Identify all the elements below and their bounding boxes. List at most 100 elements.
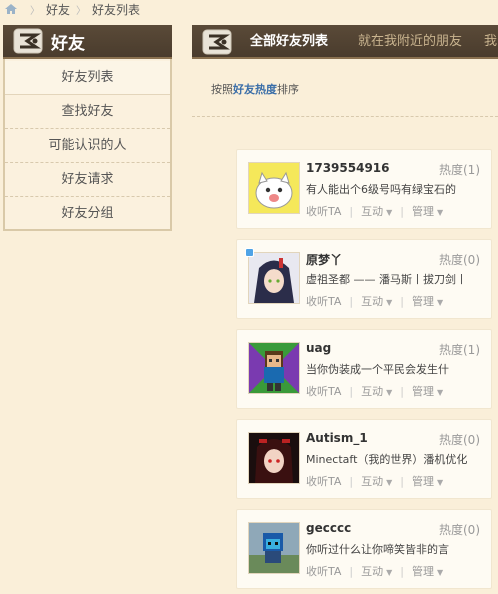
friend-actions: 收听TA | 互动 ▼ | 管理 ▼ <box>306 473 443 489</box>
tab-all-friends[interactable]: 全部好友列表 <box>250 25 328 57</box>
follow-button[interactable]: 收听TA <box>306 203 341 219</box>
caret-down-icon: ▼ <box>436 388 444 397</box>
manage-dropdown[interactable]: 管理 ▼ <box>412 383 443 399</box>
heat-score: 热度(1) <box>439 163 480 177</box>
caret-down-icon: ▼ <box>386 388 393 397</box>
manage-dropdown[interactable]: 管理 ▼ <box>412 203 443 219</box>
friend-status[interactable]: 有人能出个6级号吗有绿宝石的 <box>306 181 486 197</box>
interact-dropdown[interactable]: 互动 ▼ <box>361 203 392 219</box>
caret-down-icon: ▼ <box>386 478 393 487</box>
follow-button[interactable]: 收听TA <box>306 473 341 489</box>
friend-actions: 收听TA | 互动 ▼ | 管理 ▼ <box>306 293 443 309</box>
follow-button[interactable]: 收听TA <box>306 383 341 399</box>
friend-card: 原梦丫 热度(0) 虚祖圣都 —— 潘马斯丨拔刀剑丨 收听TA | 互动 ▼ | … <box>236 239 492 319</box>
sort-by-heat-link[interactable]: 好友热度 <box>233 83 277 96</box>
manage-label: 管理 <box>411 475 434 488</box>
follow-button[interactable]: 收听TA <box>306 563 341 579</box>
sidebar-header: 好友 <box>3 25 172 59</box>
logo-icon <box>13 28 43 54</box>
caret-down-icon: ▼ <box>436 298 444 307</box>
friend-name[interactable]: gecccc <box>306 521 351 535</box>
sidebar-item-friend-list[interactable]: 好友列表 <box>5 61 170 95</box>
caret-down-icon: ▼ <box>386 208 393 217</box>
pixel-avatar-image <box>249 343 299 393</box>
avatar[interactable] <box>248 432 300 484</box>
friend-card: uag 热度(1) 当你伪装成一个平民会发生什 收听TA | 互动 ▼ | 管理 ▼ <box>236 329 492 409</box>
interact-dropdown[interactable]: 互动 ▼ <box>361 383 392 399</box>
sidebar-item-friend-requests[interactable]: 好友请求 <box>5 163 170 197</box>
follow-button[interactable]: 收听TA <box>306 293 341 309</box>
tab-more[interactable]: 我 <box>484 25 497 57</box>
manage-dropdown[interactable]: 管理 ▼ <box>412 563 443 579</box>
separator: | <box>349 384 354 398</box>
manage-label: 管理 <box>411 385 434 398</box>
separator: | <box>400 204 404 218</box>
friend-status[interactable]: 当你伪装成一个平民会发生什 <box>306 361 486 377</box>
main-header: 全部好友列表 就在我附近的朋友 我 <box>192 25 498 59</box>
home-icon[interactable] <box>4 3 18 15</box>
sort-prefix: 按照 <box>211 83 233 96</box>
separator: | <box>400 384 404 398</box>
caret-down-icon: ▼ <box>386 298 393 307</box>
anime-avatar-image <box>249 253 299 303</box>
caret-down-icon: ▼ <box>436 208 444 217</box>
manage-dropdown[interactable]: 管理 ▼ <box>412 293 443 309</box>
sort-suffix: 排序 <box>277 83 299 96</box>
heat-score: 热度(0) <box>439 433 480 447</box>
tab-nearby-friends[interactable]: 就在我附近的朋友 <box>358 25 462 57</box>
sort-info: 按照好友热度排序 <box>211 81 299 97</box>
sidebar-item-people-you-may-know[interactable]: 可能认识的人 <box>5 129 170 163</box>
caret-down-icon: ▼ <box>436 478 444 487</box>
friend-name[interactable]: 1739554916 <box>306 161 390 175</box>
manage-label: 管理 <box>411 295 434 308</box>
sidebar-menu: 好友列表 查找好友 可能认识的人 好友请求 好友分组 <box>5 61 170 231</box>
divider <box>192 116 498 117</box>
interact-dropdown[interactable]: 互动 ▼ <box>361 473 392 489</box>
friend-card: Autism_1 热度(0) Minectaft（我的世界）潘机优化 收听TA … <box>236 419 492 499</box>
heat-score: 热度(0) <box>439 253 480 267</box>
sidebar-item-find-friends[interactable]: 查找好友 <box>5 95 170 129</box>
separator: | <box>400 564 404 578</box>
interact-label: 互动 <box>361 475 384 488</box>
breadcrumb-separator: 〉 <box>30 5 40 17</box>
anime-avatar-image <box>249 433 299 483</box>
breadcrumb-friends[interactable]: 好友 <box>46 1 70 18</box>
interact-dropdown[interactable]: 互动 ▼ <box>361 563 392 579</box>
friend-card: 1739554916 热度(1) 有人能出个6级号吗有绿宝石的 收听TA | 互… <box>236 149 492 229</box>
friend-status[interactable]: Minectaft（我的世界）潘机优化 <box>306 451 486 467</box>
caret-down-icon: ▼ <box>436 568 444 577</box>
sidebar-item-friend-groups[interactable]: 好友分组 <box>5 197 170 231</box>
friend-name[interactable]: uag <box>306 341 331 355</box>
interact-dropdown[interactable]: 互动 ▼ <box>361 293 392 309</box>
friend-actions: 收听TA | 互动 ▼ | 管理 ▼ <box>306 383 443 399</box>
friend-status[interactable]: 虚祖圣都 —— 潘马斯丨拔刀剑丨 <box>306 271 486 287</box>
friend-actions: 收听TA | 互动 ▼ | 管理 ▼ <box>306 563 443 579</box>
friend-name[interactable]: Autism_1 <box>306 431 368 445</box>
pixel-avatar-image <box>249 523 299 573</box>
manage-dropdown[interactable]: 管理 ▼ <box>412 473 443 489</box>
heat-score: 热度(1) <box>439 343 480 357</box>
breadcrumb-separator: 〉 <box>76 5 87 17</box>
friend-card: gecccc 热度(0) 你听过什么让你啼笑皆非的言 收听TA | 互动 ▼ | … <box>236 509 492 589</box>
separator: | <box>349 294 354 308</box>
avatar[interactable] <box>248 342 300 394</box>
avatar[interactable] <box>248 252 300 304</box>
sidebar: 好友 好友列表 查找好友 可能认识的人 好友请求 好友分组 <box>3 25 172 231</box>
friend-actions: 收听TA | 互动 ▼ | 管理 ▼ <box>306 203 443 219</box>
sidebar-title: 好友 <box>51 33 85 54</box>
caret-down-icon: ▼ <box>386 568 393 577</box>
online-status-icon <box>245 248 254 257</box>
interact-label: 互动 <box>361 565 384 578</box>
avatar[interactable] <box>248 522 300 574</box>
friend-status[interactable]: 你听过什么让你啼笑皆非的言 <box>306 541 486 557</box>
avatar[interactable] <box>248 162 300 214</box>
logo-icon <box>202 29 232 55</box>
cat-avatar-image <box>249 163 299 213</box>
breadcrumb-friend-list: 好友列表 <box>92 2 141 17</box>
separator: | <box>400 294 404 308</box>
friend-name[interactable]: 原梦丫 <box>306 251 342 268</box>
heat-score: 热度(0) <box>439 523 480 537</box>
interact-label: 互动 <box>361 205 384 218</box>
manage-label: 管理 <box>411 205 434 218</box>
manage-label: 管理 <box>411 565 434 578</box>
